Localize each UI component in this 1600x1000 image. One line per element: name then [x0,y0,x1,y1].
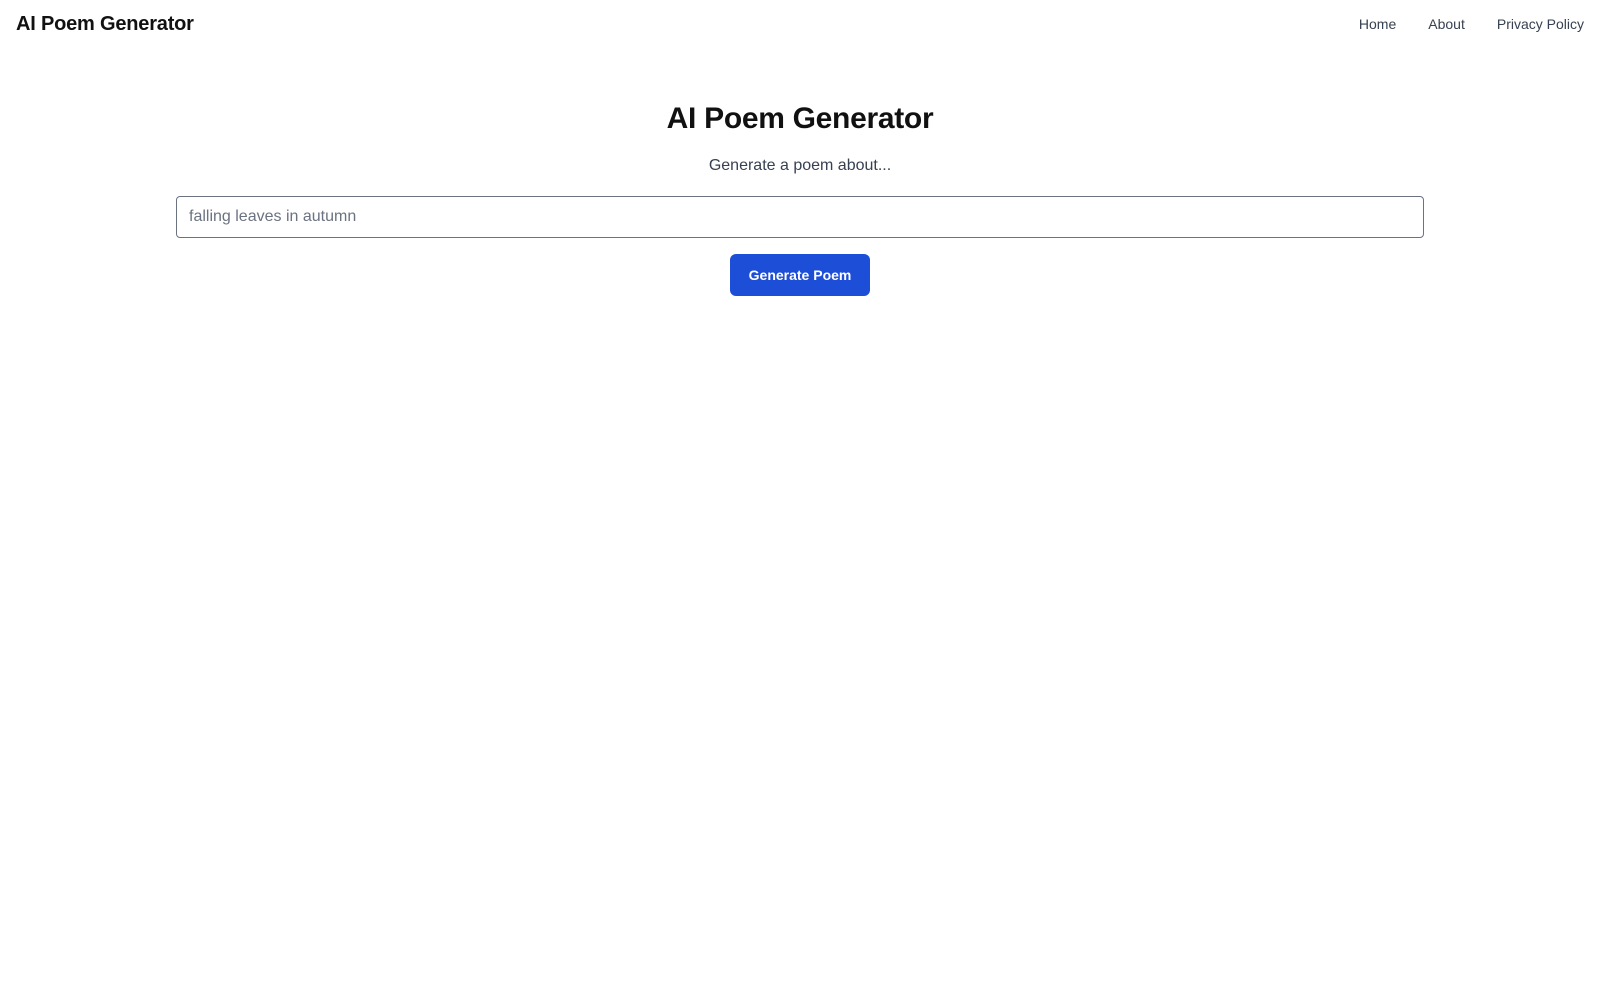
nav-link-home[interactable]: Home [1359,16,1396,32]
brand-title[interactable]: AI Poem Generator [16,13,194,36]
poem-topic-input[interactable] [176,196,1424,238]
nav-link-privacy-policy[interactable]: Privacy Policy [1497,16,1584,32]
nav-link-about[interactable]: About [1428,16,1465,32]
top-navbar: AI Poem Generator Home About Privacy Pol… [0,0,1600,48]
page-title: AI Poem Generator [666,102,934,135]
page-subtitle: Generate a poem about... [708,157,892,174]
nav-links: Home About Privacy Policy [1359,16,1584,32]
generate-poem-button[interactable]: Generate Poem [730,254,870,296]
